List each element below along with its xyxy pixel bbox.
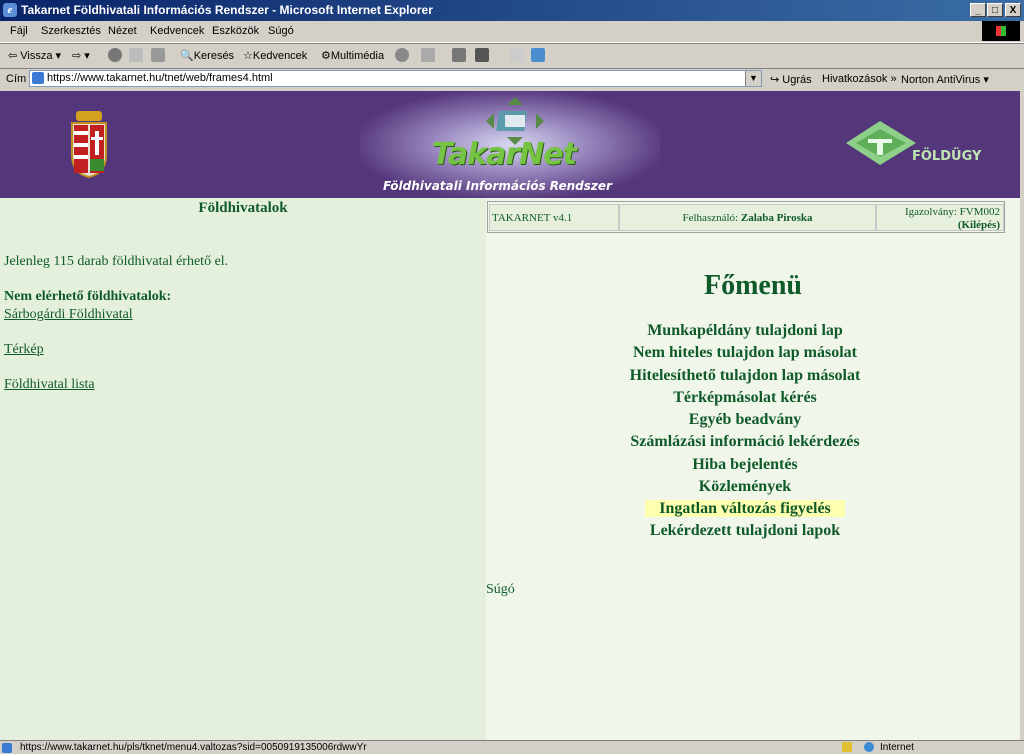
minimize-button[interactable]: _ <box>970 3 986 17</box>
session-info-table: TAKARNET v4.1 Felhasználó: Zalaba Pirosk… <box>487 201 1005 233</box>
address-input[interactable]: https://www.takarnet.hu/tnet/web/frames4… <box>29 70 762 87</box>
menu-item-non-certified-copy[interactable]: Nem hiteles tulajdon lap másolat <box>486 344 1004 362</box>
maximize-button[interactable]: □ <box>987 3 1003 17</box>
foldugy-logo-icon <box>846 121 916 165</box>
edit-icon[interactable] <box>475 48 489 62</box>
forward-button[interactable]: ⇨ ▾ <box>72 49 90 62</box>
menu-item-label: Számlázási információ lekérdezés <box>630 433 860 450</box>
menu-file[interactable]: Fájl <box>10 25 28 37</box>
unavailable-heading: Nem elérhető földhivatalok: <box>4 289 172 304</box>
menu-item-label: Munkapéldány tulajdoni lap <box>647 322 843 339</box>
refresh-icon[interactable] <box>129 48 143 62</box>
menu-edit[interactable]: Szerkesztés <box>41 25 101 37</box>
windows-logo-icon <box>982 21 1020 41</box>
menu-view[interactable]: Nézet <box>108 25 137 37</box>
main-menu-title: Főmenü <box>704 270 802 301</box>
menu-item-map-copy-request[interactable]: Térképmásolat kérés <box>486 389 1004 407</box>
version-cell: TAKARNET v4.1 <box>489 204 619 231</box>
version-text: TAKARNET v4.1 <box>492 212 573 224</box>
status-bar: https://www.takarnet.hu/pls/tknet/menu4.… <box>0 740 1024 754</box>
menu-favorites[interactable]: Kedvencek <box>150 25 204 37</box>
print-icon[interactable] <box>452 48 466 62</box>
address-bar: Cím https://www.takarnet.hu/tnet/web/fra… <box>0 68 1024 91</box>
office-list-link[interactable]: Földhivatal lista <box>4 377 95 393</box>
go-label: Ugrás <box>782 74 812 86</box>
menu-item-label: Hitelesíthető tulajdon lap másolat <box>629 367 861 384</box>
main-frame: TAKARNET v4.1 Felhasználó: Zalaba Pirosk… <box>486 198 1020 740</box>
multimedia-button[interactable]: ⚙Multimédia <box>321 49 384 62</box>
menu-item-label: Egyéb beadvány <box>688 411 802 428</box>
menu-item-announcements[interactable]: Közlemények <box>486 478 1004 496</box>
menu-bar: Fájl Szerkesztés Nézet Kedvencek Eszközö… <box>0 21 1024 43</box>
zone-label: Internet <box>880 742 914 753</box>
address-label: Cím <box>6 73 27 85</box>
messenger-icon[interactable] <box>531 48 545 62</box>
favorites-label: Kedvencek <box>252 50 308 62</box>
history-icon[interactable] <box>395 48 409 62</box>
menu-item-label: Hiba bejelentés <box>692 456 798 473</box>
site-banner: TakarNet Földhivatali Információs Rendsz… <box>0 91 1020 198</box>
ie-icon: e <box>3 3 17 17</box>
user-cell: Felhasználó: Zalaba Piroska <box>619 204 876 231</box>
go-button[interactable]: ↪ Ugrás <box>770 73 812 86</box>
map-link[interactable]: Térkép <box>4 342 44 358</box>
multimedia-label: Multimédia <box>330 50 385 62</box>
menu-item-other-submission[interactable]: Egyéb beadvány <box>486 411 1004 429</box>
close-button[interactable]: X <box>1005 3 1021 17</box>
address-dropdown-icon[interactable]: ▼ <box>745 71 761 86</box>
logout-link[interactable]: (Kilépés) <box>958 219 1000 231</box>
help-link[interactable]: Súgó <box>486 582 515 598</box>
menu-item-working-copy[interactable]: Munkapéldány tulajdoni lap <box>486 322 1004 340</box>
banner-subtitle: Földhivatali Információs Rendszer <box>383 179 612 193</box>
menu-item-property-change-watch[interactable]: Ingatlan változás figyelés <box>486 500 1004 518</box>
menu-item-error-report[interactable]: Hiba bejelentés <box>486 456 1004 474</box>
user-label: Felhasználó: <box>682 212 739 224</box>
menu-tools[interactable]: Eszközök <box>212 25 259 37</box>
menu-item-label: Lekérdezett tulajdoni lapok <box>649 522 841 539</box>
search-label: Keresés <box>193 50 235 62</box>
favorites-button[interactable]: ☆Kedvencek <box>243 49 307 62</box>
user-info: Felhasználó: Zalaba Piroska <box>620 212 875 224</box>
hungarian-coat-of-arms-icon <box>71 111 107 179</box>
left-frame: Földhivatalok Jelenleg 115 darab földhiv… <box>0 198 486 740</box>
id-cell: Igazolvány: FVM002 (Kilépés) <box>876 204 1004 231</box>
takarnet-brand: TakarNet <box>432 137 577 172</box>
toolbar: ⇦ Vissza ▾ ⇨ ▾ 🔍Keresés ☆Kedvencek ⚙Mult… <box>0 43 1024 69</box>
status-url: https://www.takarnet.hu/pls/tknet/menu4.… <box>20 742 367 753</box>
search-button[interactable]: 🔍Keresés <box>180 49 234 62</box>
available-offices-text: Jelenleg 115 darab földhivatal érhető el… <box>4 254 229 269</box>
status-page-icon <box>2 743 12 753</box>
mail-icon[interactable] <box>421 48 435 62</box>
norton-label: Norton AntiVirus <box>901 74 981 86</box>
unavailable-office-link[interactable]: Sárbogárdi Földhivatal <box>4 307 133 323</box>
user-name: Zalaba Piroska <box>740 212 813 224</box>
menu-item-label: Ingatlan változás figyelés <box>645 500 845 517</box>
norton-button[interactable]: Norton AntiVirus ▾ <box>901 73 989 86</box>
stop-icon[interactable] <box>108 48 122 62</box>
id-text: Igazolvány: FVM002 <box>904 206 1000 218</box>
links-button[interactable]: Hivatkozások » <box>822 73 897 85</box>
back-button[interactable]: ⇦ Vissza ▾ <box>8 49 61 62</box>
menu-item-certifiable-copy[interactable]: Hitelesíthető tulajdon lap másolat <box>486 367 1004 385</box>
page-icon <box>32 72 44 84</box>
home-icon[interactable] <box>151 48 165 62</box>
left-frame-title: Földhivatalok <box>198 200 288 216</box>
lock-icon <box>842 742 852 752</box>
menu-item-label: Térképmásolat kérés <box>673 389 817 406</box>
discuss-icon[interactable] <box>510 48 524 62</box>
menu-item-label: Közlemények <box>698 478 792 495</box>
back-label: Vissza <box>20 50 53 62</box>
address-url: https://www.takarnet.hu/tnet/web/frames4… <box>47 72 273 84</box>
foldugy-text: FÖLDÜGY <box>912 149 982 164</box>
menu-item-billing-query[interactable]: Számlázási információ lekérdezés <box>486 433 1004 451</box>
menu-help[interactable]: Súgó <box>268 25 294 37</box>
window-title: Takarnet Földhivatali Információs Rendsz… <box>21 3 433 17</box>
links-label: Hivatkozások <box>822 73 888 85</box>
internet-zone-icon <box>864 742 874 752</box>
frame-edge <box>1020 91 1024 740</box>
menu-item-label: Nem hiteles tulajdon lap másolat <box>633 344 857 361</box>
menu-item-queried-sheets[interactable]: Lekérdezett tulajdoni lapok <box>486 522 1004 540</box>
window-titlebar: e Takarnet Földhivatali Információs Rend… <box>0 0 1024 21</box>
